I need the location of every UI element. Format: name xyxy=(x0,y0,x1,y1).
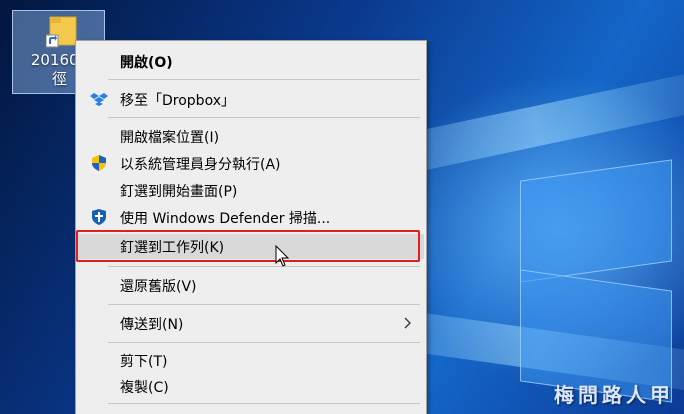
watermark-text: 梅問路人甲 xyxy=(554,383,674,407)
context-menu: 開啟(O) 移至「Dropbox」 開啟檔案位置(I) 以系統管理員身分執行(A… xyxy=(75,40,427,414)
menu-item-restore-previous[interactable]: 還原舊版(V) xyxy=(78,273,424,298)
menu-separator xyxy=(108,266,420,267)
menu-item-open-file-location[interactable]: 開啟檔案位置(I) xyxy=(78,124,424,149)
menu-separator xyxy=(108,117,420,118)
menu-separator xyxy=(108,403,420,404)
menu-item-move-to-dropbox[interactable]: 移至「Dropbox」 xyxy=(78,87,424,112)
menu-item-label: 開啟(O) xyxy=(120,55,173,71)
dropbox-icon xyxy=(90,93,108,106)
uac-shield-icon xyxy=(92,155,106,171)
defender-icon xyxy=(92,209,106,225)
menu-item-label: 移至「Dropbox」 xyxy=(120,93,235,109)
menu-separator xyxy=(108,342,420,343)
menu-item-pin-to-start[interactable]: 釘選到開始畫面(P) xyxy=(78,178,424,203)
menu-item-open[interactable]: 開啟(O) xyxy=(78,49,424,74)
menu-item-label: 以系統管理員身分執行(A) xyxy=(120,157,281,173)
menu-item-cut[interactable]: 剪下(T) xyxy=(78,348,424,373)
windows-logo-pane xyxy=(520,159,672,283)
menu-item-defender-scan[interactable]: 使用 Windows Defender 掃描... xyxy=(78,205,424,230)
menu-item-copy[interactable]: 複製(C) xyxy=(78,374,424,399)
menu-item-send-to[interactable]: 傳送到(N) xyxy=(78,311,424,336)
menu-separator xyxy=(108,79,420,80)
menu-item-label: 開啟檔案位置(I) xyxy=(120,130,220,146)
menu-item-run-as-admin[interactable]: 以系統管理員身分執行(A) xyxy=(78,151,424,176)
highlight-annotation-box xyxy=(76,230,420,262)
desktop-background: 201609 徑 開啟(O) 移至「Dropbox」 開啟檔案位置(I) 以系統… xyxy=(0,0,684,414)
menu-item-label: 使用 Windows Defender 掃描... xyxy=(120,211,331,227)
menu-item-label: 還原舊版(V) xyxy=(120,279,197,295)
menu-item-label: 傳送到(N) xyxy=(120,317,184,333)
menu-separator xyxy=(108,304,420,305)
mouse-cursor-icon xyxy=(275,245,290,267)
menu-item-label: 釘選到開始畫面(P) xyxy=(120,184,238,200)
chevron-right-icon xyxy=(404,317,411,329)
menu-item-label: 複製(C) xyxy=(120,380,169,396)
menu-item-label: 剪下(T) xyxy=(120,354,168,370)
